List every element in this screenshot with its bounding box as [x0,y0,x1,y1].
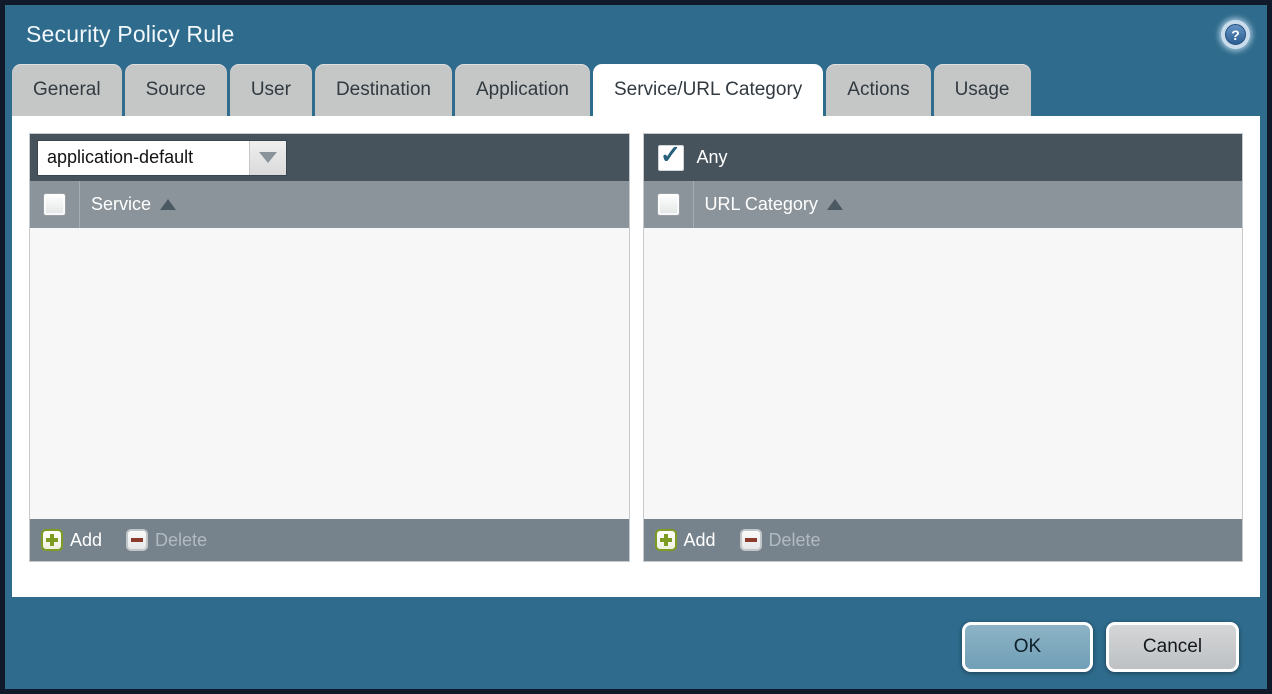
tab-user[interactable]: User [230,64,312,116]
tab-content: Service Add Delete ✓ [12,116,1260,597]
service-table-header: Service [30,181,629,228]
service-select-all-checkbox[interactable] [43,193,66,216]
tab-strip: General Source User Destination Applicat… [5,64,1267,116]
url-category-panel-toolbar: ✓ Any [644,134,1243,181]
service-type-input[interactable] [38,141,249,175]
url-category-select-all-cell [644,181,694,228]
service-add-button[interactable]: Add [41,529,102,551]
add-plus-icon [655,529,677,551]
add-plus-icon [41,529,63,551]
service-panel: Service Add Delete [29,133,630,562]
url-category-panel: ✓ Any URL Category Add [643,133,1244,562]
chevron-down-icon [259,152,277,163]
check-icon: ✓ [660,143,681,168]
dialog-footer: OK Cancel [5,597,1267,689]
url-category-delete-button[interactable]: Delete [740,529,821,551]
tab-source[interactable]: Source [125,64,227,116]
service-column-header[interactable]: Service [91,194,151,215]
url-category-table-header: URL Category [644,181,1243,228]
ok-button[interactable]: OK [962,622,1093,672]
url-category-list [644,228,1243,519]
help-icon-glyph: ? [1225,24,1246,45]
service-type-dropdown-button[interactable] [249,141,286,175]
help-icon[interactable]: ? [1221,20,1250,49]
service-type-combo [37,140,287,176]
service-select-all-cell [30,181,80,228]
service-list [30,228,629,519]
delete-minus-icon [740,529,762,551]
service-addbar: Add Delete [30,519,629,561]
url-category-add-button[interactable]: Add [655,529,716,551]
tab-usage[interactable]: Usage [934,64,1031,116]
any-checkbox[interactable]: ✓ [658,145,684,171]
delete-minus-icon [126,529,148,551]
service-panel-toolbar [30,134,629,181]
tab-application[interactable]: Application [455,64,590,116]
security-policy-rule-dialog: Security Policy Rule ? General Source Us… [0,0,1272,694]
any-label: Any [697,147,728,168]
service-delete-button[interactable]: Delete [126,529,207,551]
tab-destination[interactable]: Destination [315,64,452,116]
url-category-addbar: Add Delete [644,519,1243,561]
dialog-title: Security Policy Rule [26,21,235,48]
any-row: ✓ Any [651,145,728,171]
sort-asc-icon[interactable] [160,199,176,210]
tab-actions[interactable]: Actions [826,64,930,116]
dialog-titlebar: Security Policy Rule ? [5,5,1267,64]
sort-asc-icon[interactable] [827,199,843,210]
cancel-button[interactable]: Cancel [1106,622,1239,672]
tab-general[interactable]: General [12,64,122,116]
url-category-select-all-checkbox[interactable] [657,193,680,216]
url-category-column-header[interactable]: URL Category [705,194,818,215]
tab-service-url-category[interactable]: Service/URL Category [593,64,823,116]
